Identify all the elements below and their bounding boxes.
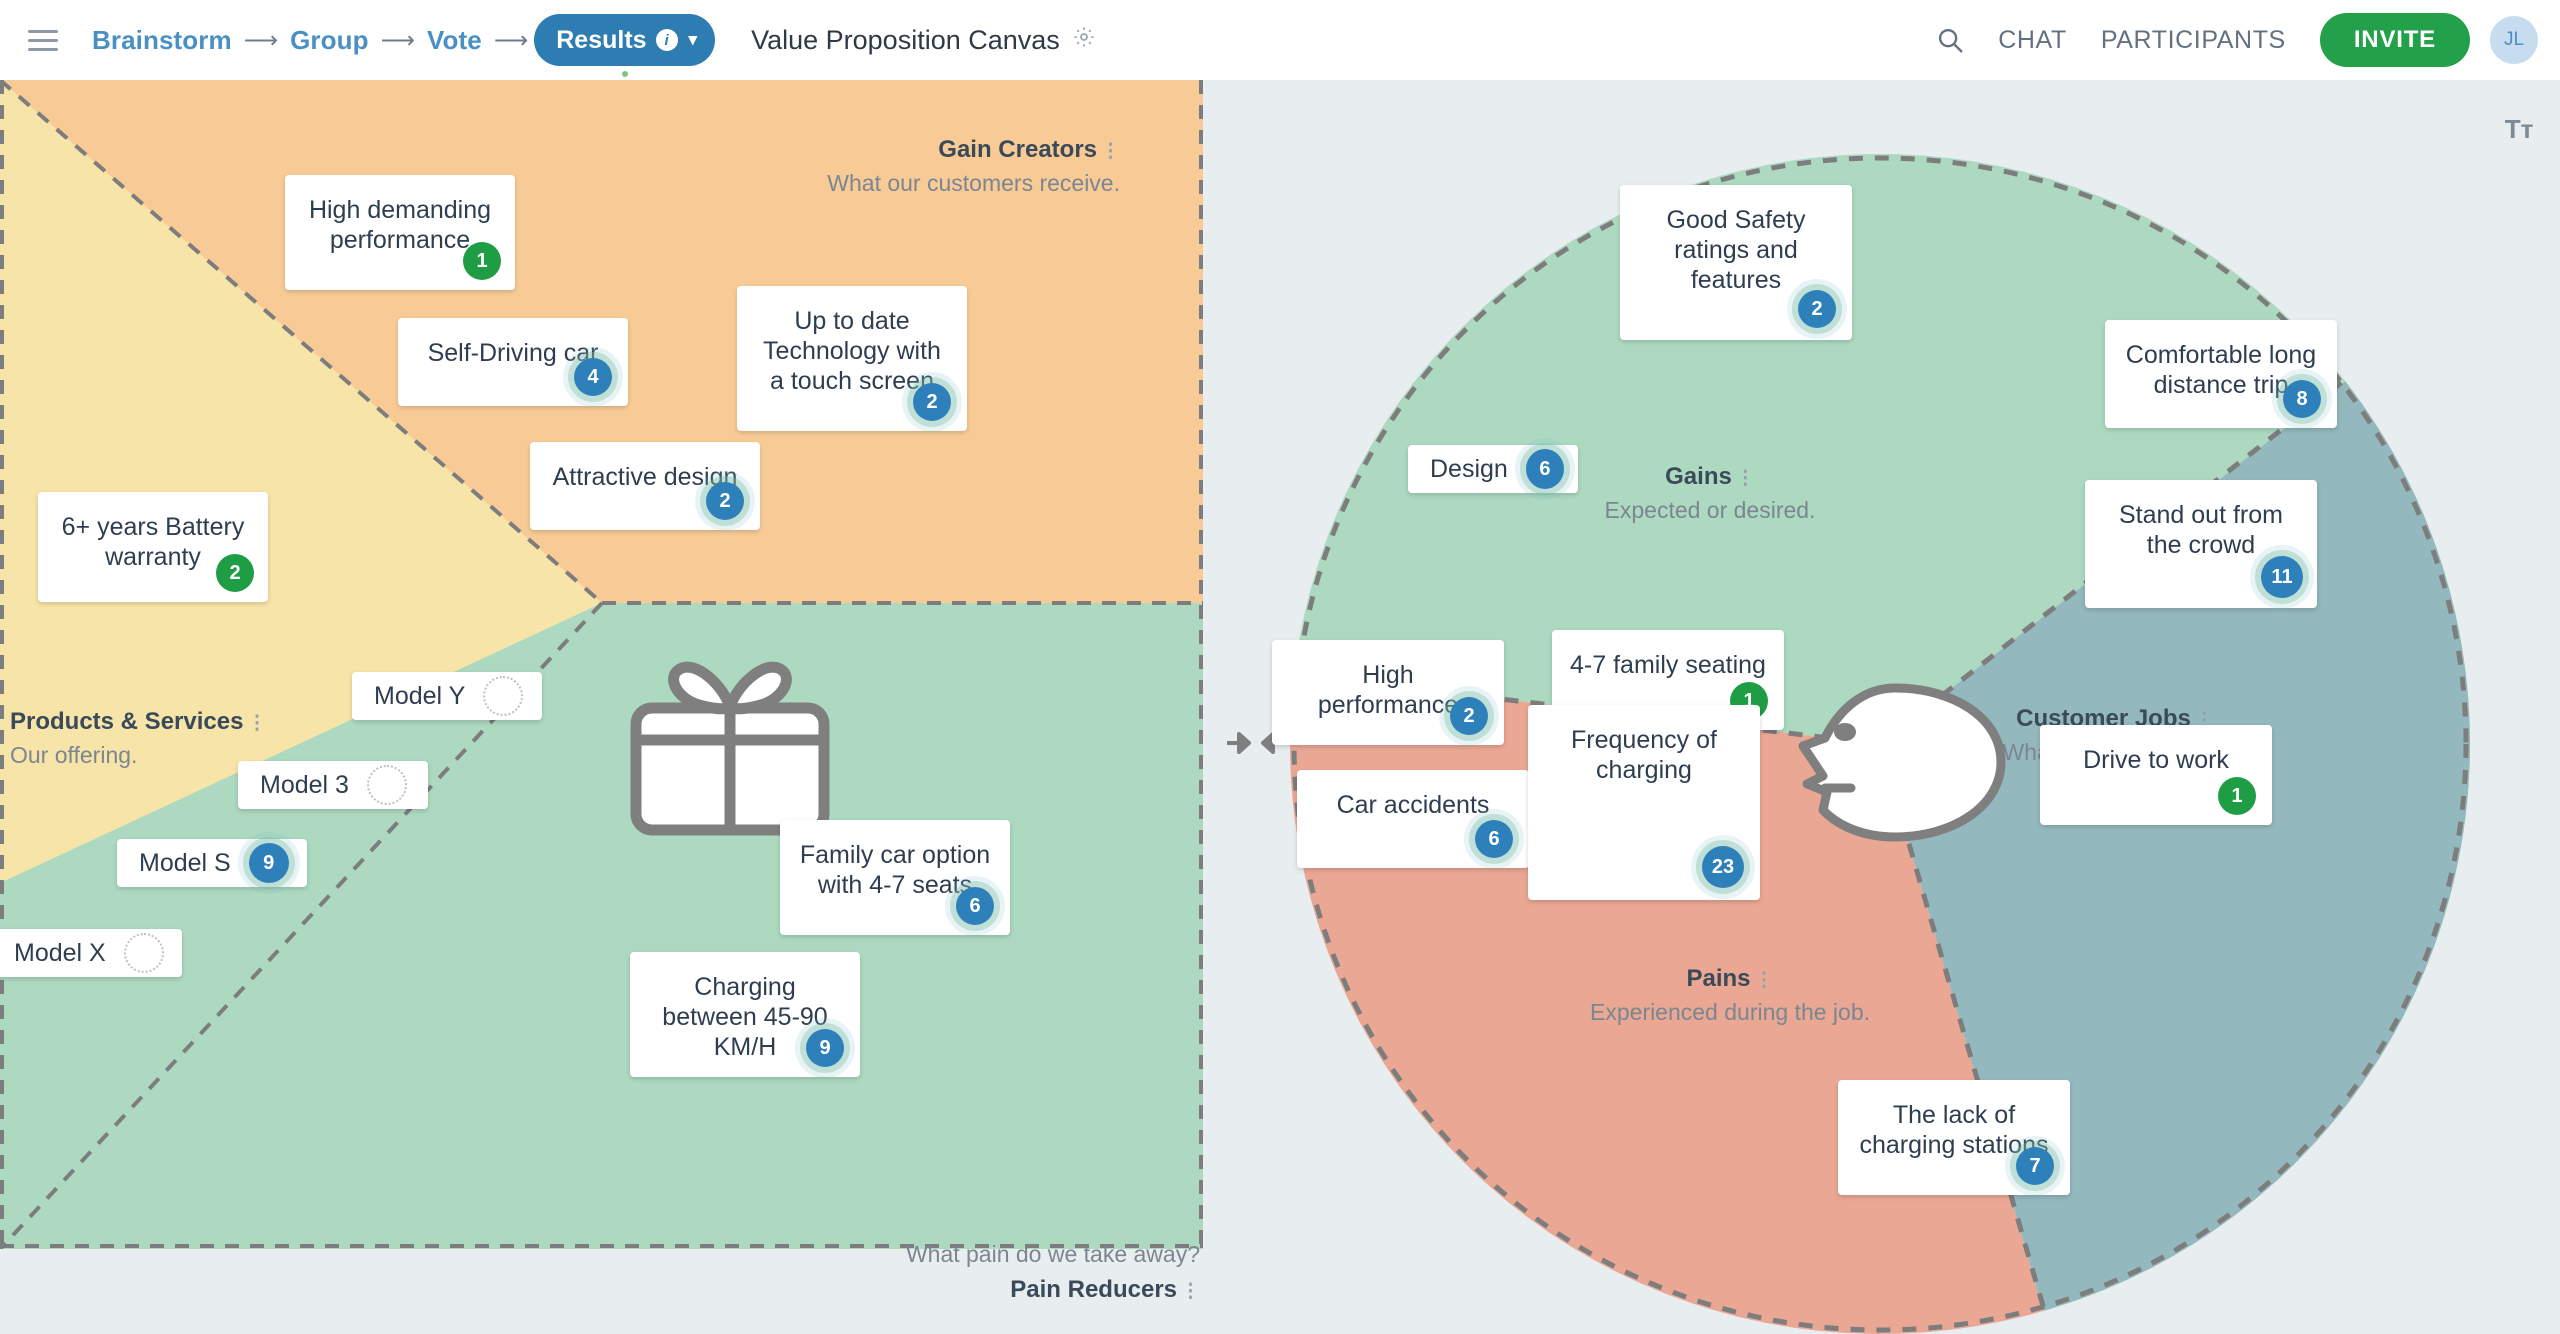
sticky-card-text: Drive to work <box>2083 746 2229 774</box>
pain-reducers-region <box>0 603 1203 1249</box>
sticky-card[interactable]: Good Safety ratings and features 2 <box>1620 185 1852 340</box>
sticky-card-text: Model Y <box>374 681 466 710</box>
sticky-card[interactable]: Car accidents 6 <box>1297 770 1529 868</box>
vote-badge[interactable]: 9 <box>806 1029 844 1067</box>
chat-button[interactable]: CHAT <box>1998 26 2067 55</box>
vote-badge[interactable]: 23 <box>1702 846 1744 888</box>
search-icon[interactable] <box>1928 18 1972 62</box>
sticky-card[interactable]: Self-Driving car 4 <box>398 318 628 406</box>
vote-badge[interactable]: 6 <box>1525 449 1564 489</box>
chevron-down-icon[interactable]: ▾ <box>689 30 698 50</box>
participants-button[interactable]: PARTICIPANTS <box>2101 26 2286 55</box>
sticky-card-text: Frequency of charging <box>1571 726 1717 784</box>
breadcrumb-arrow-icon: ⟶ <box>380 26 416 54</box>
avatar[interactable]: JL <box>2490 16 2538 64</box>
sticky-card-text: Good Safety ratings and features <box>1666 206 1806 294</box>
invite-button[interactable]: INVITE <box>2319 13 2470 67</box>
sticky-card[interactable]: High performance 2 <box>1272 640 1504 745</box>
breadcrumb-arrow-icon: ⟶ <box>493 26 529 54</box>
vote-badge[interactable]: 1 <box>2218 777 2256 815</box>
sticky-card-text: Up to date Technology with a touch scree… <box>763 307 941 395</box>
sticky-card[interactable]: High demanding performance 1 <box>285 175 515 290</box>
vote-badge[interactable]: 9 <box>248 843 289 883</box>
vote-badge[interactable]: 8 <box>2283 380 2321 418</box>
breadcrumb-item-group[interactable]: Group <box>290 25 369 56</box>
sticky-card[interactable]: Stand out from the crowd 11 <box>2085 480 2317 608</box>
info-icon[interactable]: i <box>655 29 678 51</box>
vote-badge[interactable]: 6 <box>1475 820 1513 858</box>
sticky-card[interactable]: Design 6 <box>1408 445 1578 493</box>
sticky-card-text: Attractive design <box>552 463 738 491</box>
sticky-card-text: Model X <box>14 938 106 967</box>
sticky-card[interactable]: Up to date Technology with a touch scree… <box>737 286 967 431</box>
sticky-card-text: Car accidents <box>1336 791 1490 819</box>
sticky-card-text: 4-7 family seating <box>1570 651 1766 679</box>
sticky-card[interactable]: The lack of charging stations 7 <box>1838 1080 2070 1195</box>
vote-badge[interactable]: 2 <box>1450 697 1488 735</box>
top-header-bar: Brainstorm ⟶ Group ⟶ Vote ⟶ Results i ▾ … <box>0 0 2560 80</box>
sticky-card-text: Stand out from the crowd <box>2119 501 2283 559</box>
gear-icon[interactable] <box>1072 25 1096 55</box>
vote-badge[interactable]: 6 <box>956 887 994 925</box>
sticky-card[interactable]: Model Y <box>352 672 542 720</box>
sticky-card-text: Model S <box>139 848 231 877</box>
vote-badge[interactable]: 2 <box>216 554 254 592</box>
vote-badge[interactable]: 7 <box>2016 1147 2054 1185</box>
vote-badge[interactable]: 4 <box>574 358 612 396</box>
sticky-card[interactable]: Frequency of charging 23 <box>1528 705 1760 900</box>
vote-badge[interactable]: 2 <box>913 383 951 421</box>
sticky-card[interactable]: Drive to work 1 <box>2040 725 2272 825</box>
value-map-square <box>0 80 1203 1249</box>
breadcrumb-item-results[interactable]: Results i ▾ <box>534 14 716 77</box>
pain-reducers-kebab-icon[interactable]: ⋮ <box>1181 1281 1200 1302</box>
header-actions: CHAT PARTICIPANTS INVITE JL <box>1928 13 2560 67</box>
text-format-icon[interactable]: Tᴛ <box>2496 106 2542 152</box>
gift-box-icon <box>630 661 830 836</box>
sticky-card-text: High demanding performance <box>308 196 492 254</box>
sticky-card[interactable]: 6+ years Battery warranty 2 <box>38 492 268 602</box>
breadcrumb: Brainstorm ⟶ Group ⟶ Vote ⟶ Results i ▾ <box>92 14 716 77</box>
sticky-card[interactable]: Attractive design 2 <box>530 442 760 530</box>
sticky-card[interactable]: Comfortable long distance trip 8 <box>2105 320 2337 428</box>
breadcrumb-arrow-icon: ⟶ <box>243 26 279 54</box>
breadcrumb-item-vote[interactable]: Vote <box>427 25 482 56</box>
vote-badge[interactable]: 1 <box>463 242 501 280</box>
sticky-card[interactable]: Model X <box>0 929 182 977</box>
vote-badge[interactable]: 2 <box>706 482 744 520</box>
active-step-indicator <box>621 71 628 77</box>
customer-face-icon <box>1798 683 2006 842</box>
hamburger-menu-icon[interactable] <box>22 19 64 61</box>
sticky-card-text: Model 3 <box>260 770 349 799</box>
sticky-card[interactable]: Charging between 45-90 KM/H 9 <box>630 952 860 1077</box>
page-title: Value Proposition Canvas <box>751 24 1060 55</box>
pain-reducers-title: Pain Reducers <box>1010 1276 1177 1303</box>
vote-badge[interactable] <box>483 676 524 716</box>
sticky-card-text: Self-Driving car <box>427 339 599 367</box>
vote-badge[interactable]: 2 <box>1798 290 1836 328</box>
results-label: Results <box>556 25 647 54</box>
sticky-card[interactable]: Family car option with 4-7 seats 6 <box>780 820 1010 935</box>
vote-badge[interactable] <box>123 933 164 973</box>
sticky-card[interactable]: Model 3 <box>238 761 428 809</box>
canvas-board[interactable]: Tᴛ Gain Creators ⋮ What our customers rec… <box>0 80 2560 1334</box>
vote-badge[interactable]: 11 <box>2261 556 2303 598</box>
breadcrumb-item-brainstorm[interactable]: Brainstorm <box>92 25 232 56</box>
sticky-card-text: Design <box>1430 454 1508 483</box>
vote-badge[interactable] <box>366 765 407 805</box>
sticky-card[interactable]: Model S 9 <box>117 839 307 887</box>
